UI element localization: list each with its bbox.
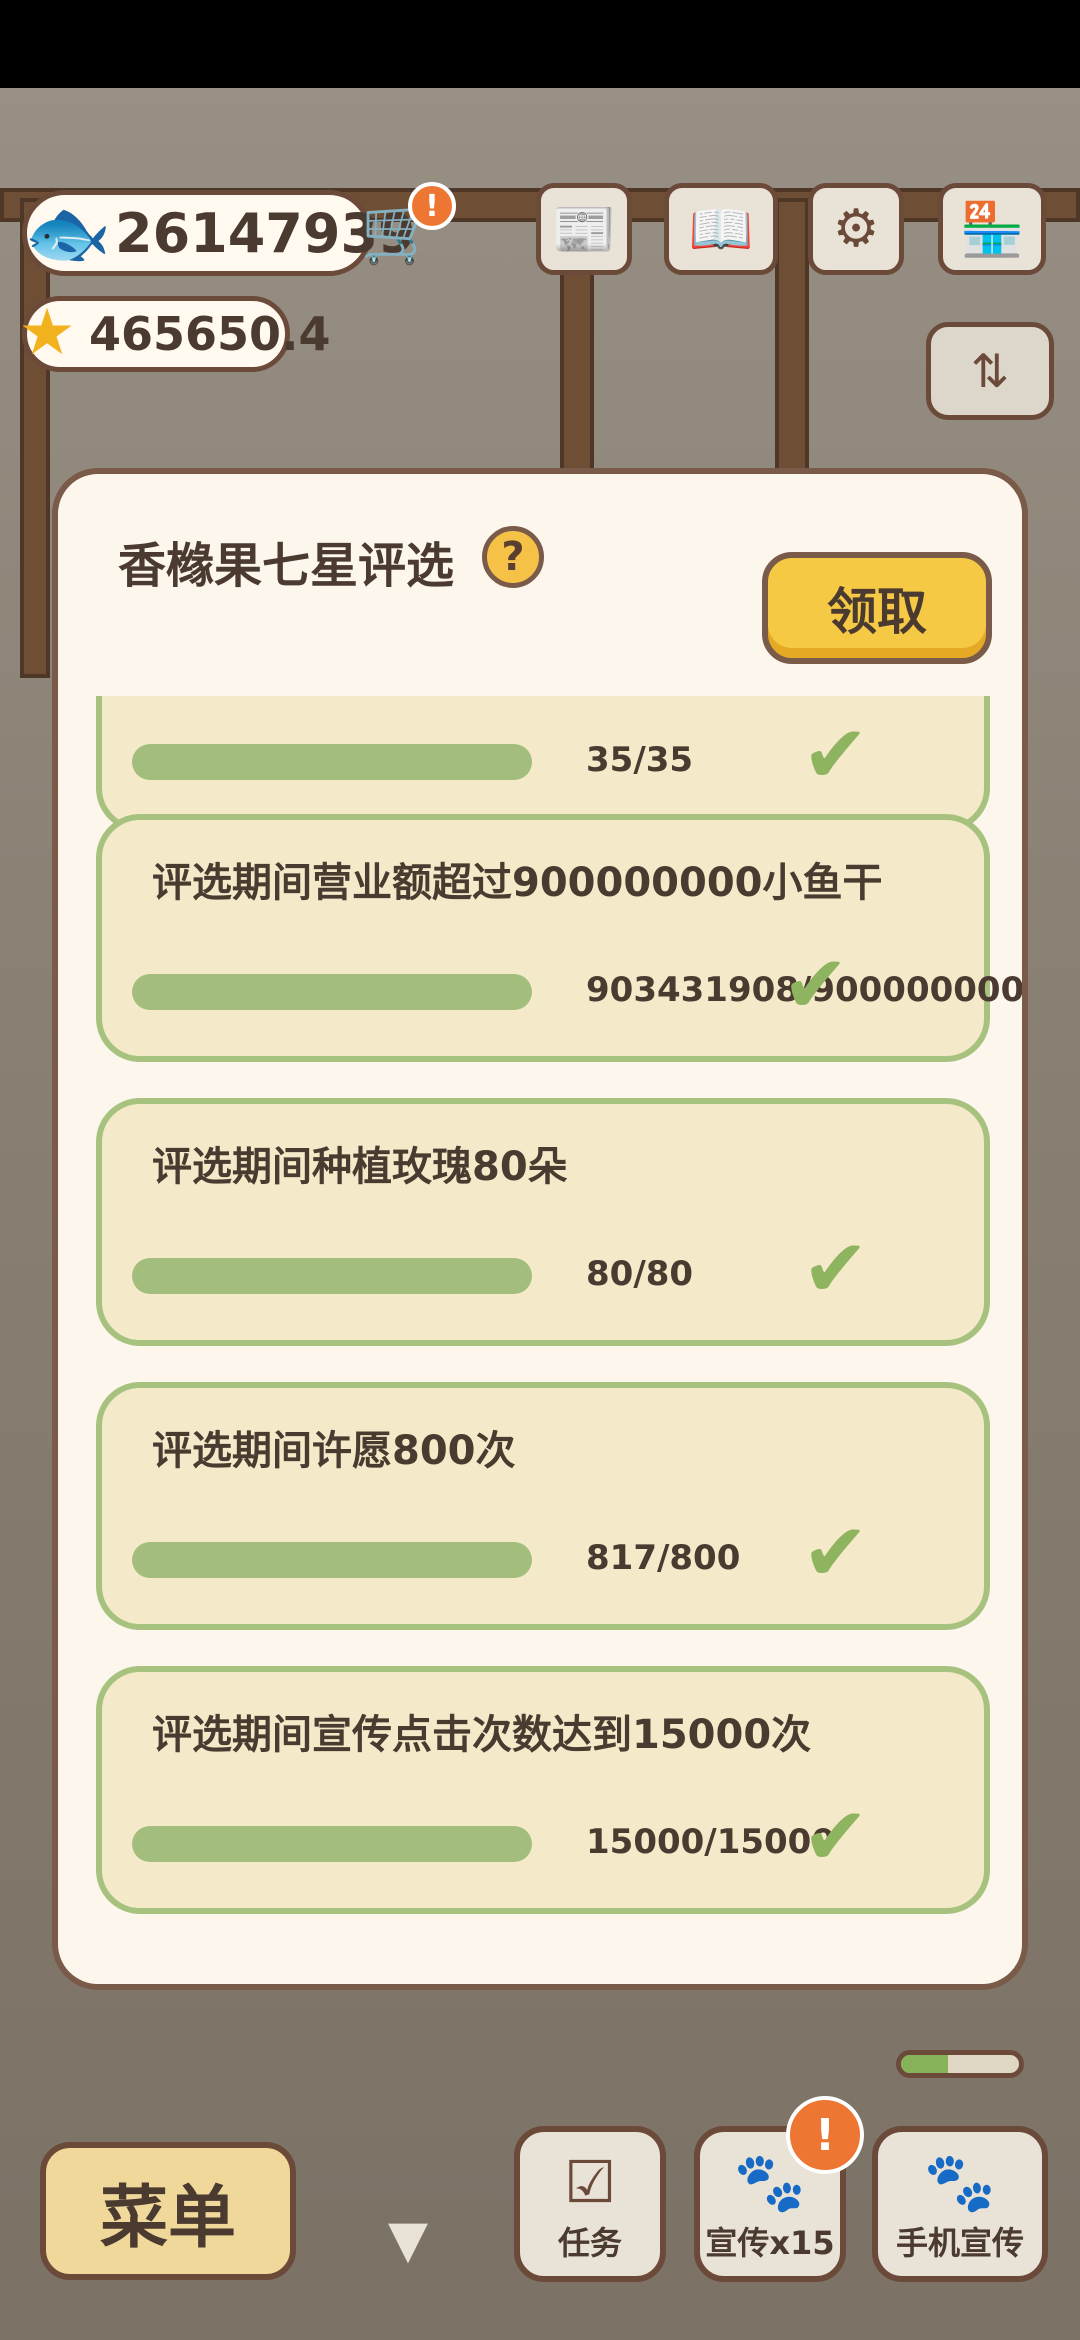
phone-promo-label: 手机宣传 xyxy=(895,2224,1024,2262)
progress-text: 15000/15000 xyxy=(586,1822,835,1862)
progress-text: 35/35 xyxy=(586,740,694,780)
menu-button[interactable]: 菜单 xyxy=(40,2142,296,2280)
task-card: 评选期间宣传点击次数达到15000次 15000/15000 ✔ xyxy=(96,1666,990,1914)
progress-fill xyxy=(132,1258,532,1294)
chevron-down-icon[interactable]: ▼ xyxy=(366,2210,450,2270)
check-icon: ✔ xyxy=(802,1506,870,1599)
phone-promo-icon: 🐾 xyxy=(923,2148,997,2216)
promo-button-label: 宣传x15 xyxy=(705,2224,835,2262)
newspaper-icon: 📰 xyxy=(551,199,617,260)
rating-modal: 香橼果七星评选 ? 领取 35/35 ✔ 评选期间营业额超过900000000小… xyxy=(52,468,1028,1990)
modal-title: 香橼果七星评选 xyxy=(118,538,455,594)
check-icon: ✔ xyxy=(802,1222,870,1315)
task-button[interactable]: ☑ 任务 xyxy=(514,2126,666,2282)
progress-fill xyxy=(132,1826,532,1862)
sort-button[interactable]: ⇅ xyxy=(926,322,1054,420)
sort-icon: ⇅ xyxy=(970,344,1010,398)
check-icon: ✔ xyxy=(802,708,870,801)
claim-button[interactable]: 领取 xyxy=(762,552,992,664)
mini-progress-bar xyxy=(896,2050,1024,2078)
progress-fill xyxy=(132,744,532,780)
progress-bar xyxy=(132,1826,532,1862)
task-card: 35/35 ✔ xyxy=(96,696,990,832)
fish-icon: 🐟 xyxy=(24,191,112,274)
progress-text: 80/80 xyxy=(586,1254,694,1294)
shop-button[interactable]: 🏪 xyxy=(938,183,1046,275)
star-icon: ★ xyxy=(18,296,76,370)
progress-bar xyxy=(132,974,532,1010)
settings-button[interactable]: ⚙ xyxy=(808,183,904,275)
checklist-icon: ☑ xyxy=(564,2148,616,2216)
progress-fill xyxy=(132,1542,532,1578)
status-bar xyxy=(0,0,1080,88)
task-card: 评选期间许愿800次 817/800 ✔ xyxy=(96,1382,990,1630)
star-count: 465650.4 xyxy=(89,307,331,361)
gear-icon: ⚙ xyxy=(832,199,880,259)
progress-bar xyxy=(132,1542,532,1578)
task-card: 评选期间营业额超过900000000小鱼干 903431908/90000000… xyxy=(96,814,1022,1062)
progress-bar xyxy=(132,1258,532,1294)
task-title: 评选期间许愿800次 xyxy=(152,1428,516,1474)
progress-fill xyxy=(132,974,532,1010)
help-button[interactable]: ? xyxy=(482,526,544,588)
shop-icon: 🏪 xyxy=(959,199,1025,260)
task-title: 评选期间宣传点击次数达到15000次 xyxy=(152,1712,812,1758)
task-button-label: 任务 xyxy=(557,2224,622,2262)
task-title: 评选期间营业额超过900000000小鱼干 xyxy=(152,860,883,906)
check-icon: ✔ xyxy=(782,938,850,1031)
task-title: 评选期间种植玫瑰80朵 xyxy=(152,1144,568,1190)
book-icon: 📖 xyxy=(688,199,754,260)
phone-promo-button[interactable]: 🐾 手机宣传 xyxy=(872,2126,1048,2282)
cart-alert-badge: ! xyxy=(408,182,456,230)
task-card: 评选期间种植玫瑰80朵 80/80 ✔ xyxy=(96,1098,990,1346)
newspaper-button[interactable]: 📰 xyxy=(536,183,632,275)
task-list[interactable]: 35/35 ✔ 评选期间营业额超过900000000小鱼干 903431908/… xyxy=(58,696,1022,1984)
check-icon: ✔ xyxy=(802,1790,870,1883)
promo-alert-badge: ! xyxy=(786,2096,864,2174)
progress-bar xyxy=(132,744,532,780)
progress-text: 817/800 xyxy=(586,1538,741,1578)
book-button[interactable]: 📖 xyxy=(664,183,778,275)
